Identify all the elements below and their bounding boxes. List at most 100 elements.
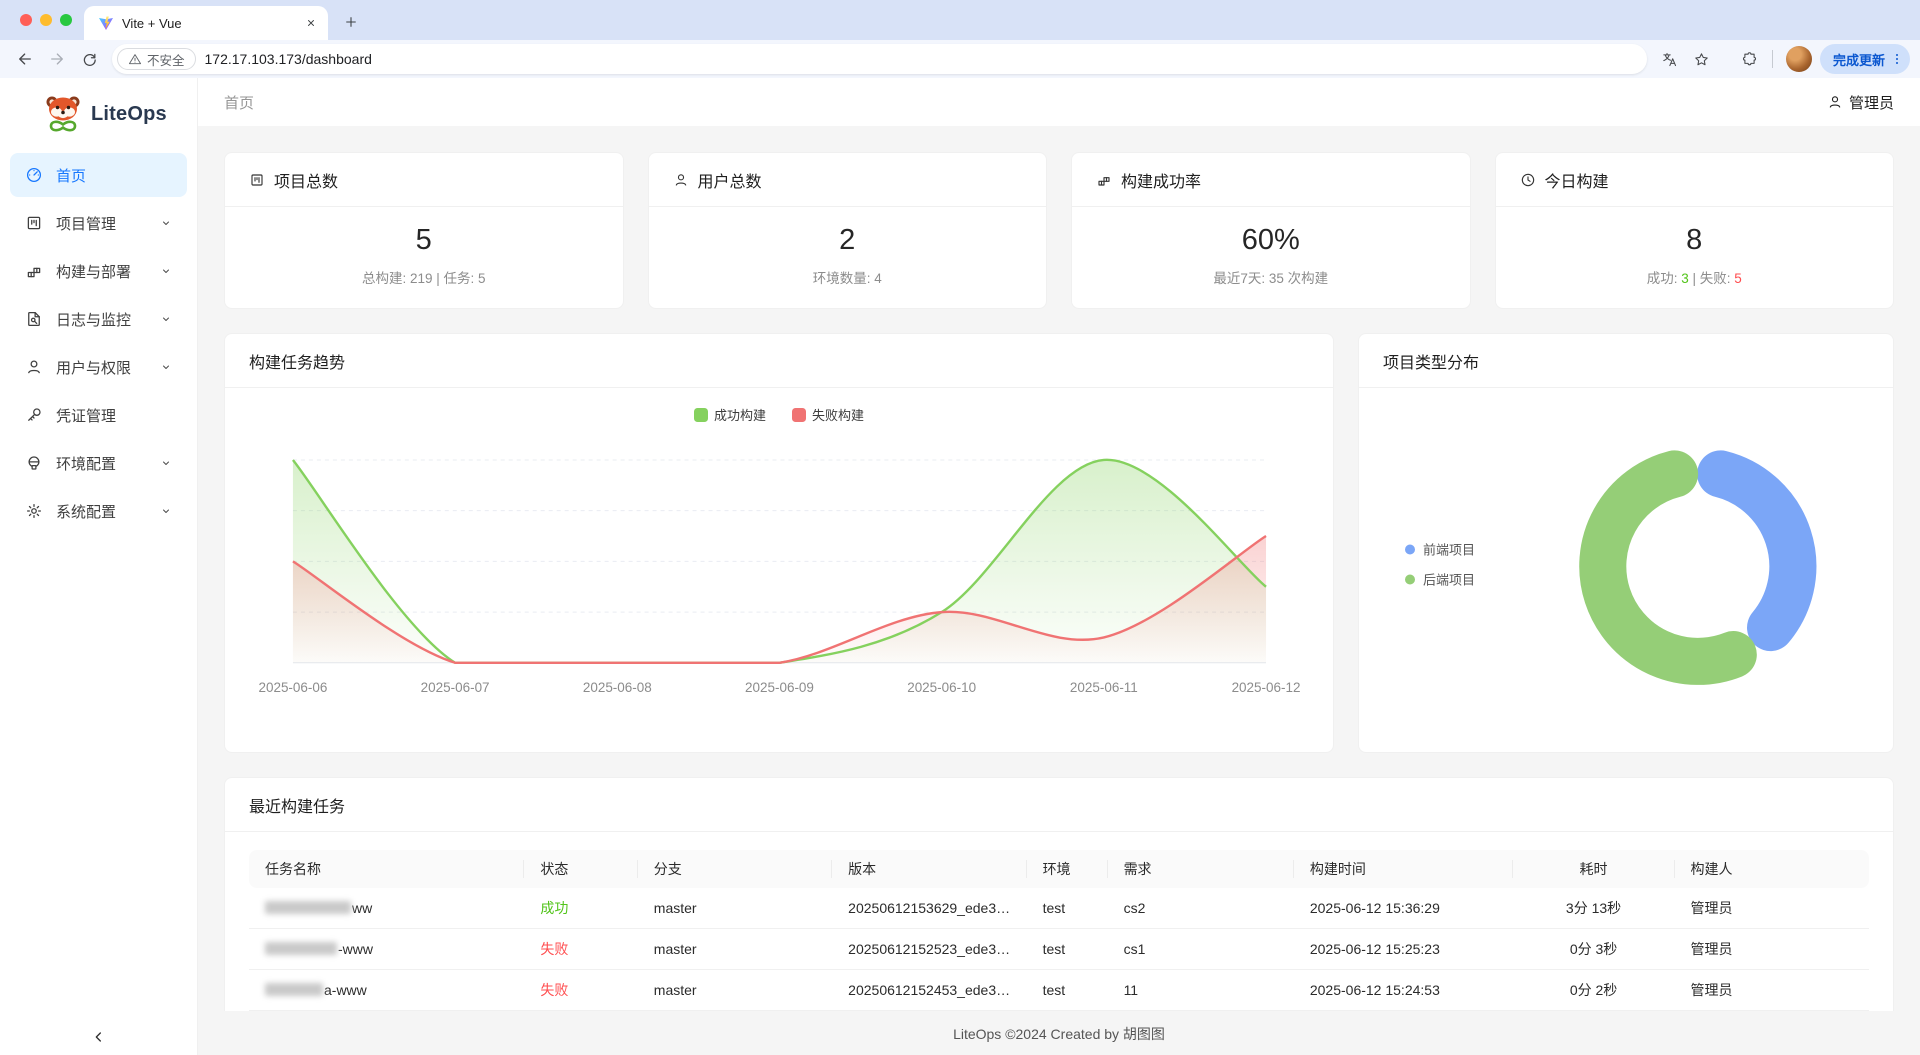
update-label: 完成更新 <box>1833 50 1885 69</box>
sidebar: LiteOps 首页项目管理构建与部署日志与监控用户与权限凭证管理环境配置系统配… <box>0 78 198 1055</box>
duration-cell: 0分 2秒 <box>1513 970 1675 1011</box>
new-tab-button[interactable] <box>336 7 366 37</box>
stat-card-today-builds: 今日构建8成功: 3 | 失败: 5 <box>1495 152 1895 309</box>
recent-builds-title: 最近构建任务 <box>225 778 1893 832</box>
sidebar-item-users-perms[interactable]: 用户与权限 <box>10 345 187 389</box>
tab-close-icon[interactable] <box>302 14 320 32</box>
task-name-redacted <box>265 942 337 955</box>
legend-item[interactable]: 成功构建 <box>694 405 766 424</box>
table-row: a-www失败master20250612152453_ede35...test… <box>249 970 1869 1011</box>
chevron-down-icon <box>160 265 172 277</box>
column-header: 分支 <box>638 850 832 888</box>
legend-item[interactable]: 后端项目 <box>1405 570 1475 589</box>
user-name: 管理员 <box>1849 92 1894 113</box>
chevron-down-icon <box>160 313 172 325</box>
vite-favicon <box>98 15 114 31</box>
sidebar-item-system[interactable]: 系统配置 <box>10 489 187 533</box>
svg-text:2025-06-09: 2025-06-09 <box>745 680 814 695</box>
legend-item[interactable]: 前端项目 <box>1405 540 1475 559</box>
stat-subtitle: 总构建: 219 | 任务: 5 <box>225 267 623 287</box>
sidebar-item-projects[interactable]: 项目管理 <box>10 201 187 245</box>
sidebar-item-home[interactable]: 首页 <box>10 153 187 197</box>
build-time-cell: 2025-06-12 15:25:23 <box>1294 929 1513 970</box>
project-icon <box>25 214 43 232</box>
build-icon <box>25 262 43 280</box>
translate-icon[interactable] <box>1655 44 1685 74</box>
liteops-logo <box>40 93 86 135</box>
sidebar-item-credentials[interactable]: 凭证管理 <box>10 393 187 437</box>
tab-title: Vite + Vue <box>122 16 294 31</box>
address-bar[interactable]: 不安全 172.17.103.173/dashboard <box>112 44 1647 74</box>
table-row: -www失败master20250612152523_ede35...testc… <box>249 929 1869 970</box>
stat-value: 2 <box>649 224 1047 257</box>
window-controls[interactable] <box>20 14 72 26</box>
warning-icon <box>128 52 142 66</box>
profile-avatar[interactable] <box>1786 46 1812 72</box>
forward-button[interactable] <box>42 44 72 74</box>
window-zoom-button[interactable] <box>60 14 72 26</box>
column-header: 构建时间 <box>1294 850 1513 888</box>
stat-card-projects-total: 项目总数5总构建: 219 | 任务: 5 <box>224 152 624 309</box>
clock-icon <box>1520 172 1536 188</box>
line-chart-legend: 成功构建 失败构建 <box>225 388 1333 427</box>
kebab-menu-icon[interactable] <box>1889 51 1905 67</box>
chevron-down-icon <box>160 457 172 469</box>
build-trend-title: 构建任务趋势 <box>225 334 1333 388</box>
setting-icon <box>25 502 43 520</box>
column-header: 任务名称 <box>249 850 524 888</box>
reload-button[interactable] <box>74 44 104 74</box>
stat-card-body: 8成功: 3 | 失败: 5 <box>1496 207 1894 308</box>
browser-tabstrip: Vite + Vue <box>0 0 1920 40</box>
builder-cell: 管理员 <box>1675 970 1869 1011</box>
sidebar-item-label: 项目管理 <box>56 213 147 234</box>
user-icon <box>673 172 689 188</box>
dashboard-icon <box>25 166 43 184</box>
build-trend-card: 构建任务趋势 成功构建 失败构建 2025-06-06 2025-06-07 2025-… <box>224 333 1334 753</box>
url-text[interactable]: 172.17.103.173/dashboard <box>205 51 372 67</box>
toolbar-divider <box>1772 50 1773 68</box>
main-area: 首页 管理员 项目总数5总构建: 219 | 任务: 5用户总数2环境数量: 4… <box>198 78 1920 1055</box>
status-cell: 失败 <box>524 970 637 1011</box>
sidebar-item-logs-monitor[interactable]: 日志与监控 <box>10 297 187 341</box>
breadcrumb: 首页 <box>224 92 254 113</box>
bookmark-star-icon[interactable] <box>1687 44 1717 74</box>
chevron-down-icon <box>160 361 172 373</box>
sidebar-item-label: 环境配置 <box>56 453 147 474</box>
svg-text:2025-06-10: 2025-06-10 <box>907 680 976 695</box>
chrome-update-button[interactable]: 完成更新 <box>1820 44 1910 74</box>
browser-toolbar: 不安全 172.17.103.173/dashboard 完成更新 <box>0 40 1920 78</box>
requirement-cell: cs2 <box>1108 888 1294 929</box>
recent-builds-table-wrap: 任务名称状态分支版本环境需求构建时间耗时构建人 ww成功master202506… <box>225 832 1893 1011</box>
table-row: ww成功master20250612153629_ede35...testcs2… <box>249 888 1869 929</box>
legend-item[interactable]: 失败构建 <box>792 405 864 424</box>
window-minimize-button[interactable] <box>40 14 52 26</box>
sidebar-item-label: 凭证管理 <box>56 405 172 426</box>
browser-tab[interactable]: Vite + Vue <box>84 6 328 40</box>
env-cell: test <box>1027 929 1108 970</box>
user-menu[interactable]: 管理员 <box>1827 92 1894 113</box>
stat-value: 60% <box>1072 224 1470 257</box>
column-header: 环境 <box>1027 850 1108 888</box>
stat-value: 5 <box>225 224 623 257</box>
sidebar-collapse-button[interactable] <box>0 1029 197 1045</box>
extensions-icon[interactable] <box>1735 44 1765 74</box>
stat-card-users-total: 用户总数2环境数量: 4 <box>648 152 1048 309</box>
back-button[interactable] <box>10 44 40 74</box>
sidebar-item-environments[interactable]: 环境配置 <box>10 441 187 485</box>
svg-text:2025-06-06: 2025-06-06 <box>258 680 327 695</box>
requirement-cell: 11 <box>1108 970 1294 1011</box>
security-chip[interactable]: 不安全 <box>117 48 196 70</box>
branch-cell: master <box>638 970 832 1011</box>
brand[interactable]: LiteOps <box>0 78 197 145</box>
build-trend-chart[interactable]: 成功构建失败构建2025-06-062025-06-072025-06-0820… <box>225 388 1333 733</box>
window-close-button[interactable] <box>20 14 32 26</box>
svg-text:2025-06-07: 2025-06-07 <box>421 680 490 695</box>
task-name-redacted <box>265 983 323 996</box>
project-type-chart[interactable]: 前端项目后端项目 <box>1359 388 1893 741</box>
stat-card-title: 构建成功率 <box>1072 153 1470 207</box>
line-chart-canvas[interactable]: 2025-06-062025-06-072025-06-082025-06-09… <box>225 427 1333 733</box>
chevron-down-icon <box>160 505 172 517</box>
build-time-cell: 2025-06-12 15:24:53 <box>1294 970 1513 1011</box>
sidebar-item-build-deploy[interactable]: 构建与部署 <box>10 249 187 293</box>
legend-dot <box>1405 544 1415 554</box>
